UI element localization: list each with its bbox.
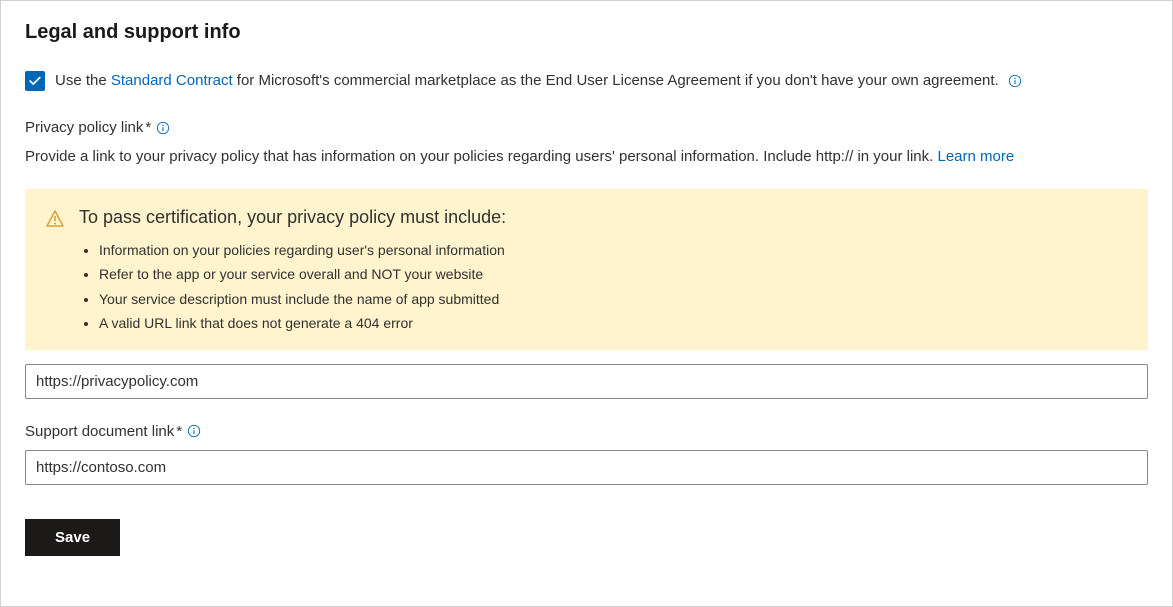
alert-item: Refer to the app or your service overall…	[99, 262, 1128, 287]
required-marker: *	[145, 119, 151, 136]
alert-item: A valid URL link that does not generate …	[99, 311, 1128, 336]
privacy-help-text: Provide a link to your privacy policy th…	[25, 146, 1148, 169]
required-marker: *	[176, 423, 182, 440]
alert-list: Information on your policies regarding u…	[79, 238, 1128, 336]
warning-icon	[45, 209, 65, 229]
legal-support-panel: Legal and support info Use the Standard …	[0, 0, 1173, 607]
privacy-policy-input[interactable]	[25, 364, 1148, 399]
privacy-help-prefix: Provide a link to your privacy policy th…	[25, 148, 938, 165]
learn-more-link[interactable]: Learn more	[938, 148, 1015, 165]
alert-item: Information on your policies regarding u…	[99, 238, 1128, 263]
alert-content: To pass certification, your privacy poli…	[79, 207, 1128, 336]
checkmark-icon	[28, 74, 42, 88]
standard-contract-checkbox[interactable]	[25, 71, 45, 91]
alert-title: To pass certification, your privacy poli…	[79, 207, 1128, 228]
page-title: Legal and support info	[25, 21, 1148, 44]
alert-item: Your service description must include th…	[99, 287, 1128, 312]
standard-contract-checkbox-row: Use the Standard Contract for Microsoft'…	[25, 70, 1148, 91]
standard-contract-link[interactable]: Standard Contract	[111, 72, 233, 89]
checkbox-label-prefix: Use the	[55, 72, 111, 89]
support-document-input[interactable]	[25, 450, 1148, 485]
save-button[interactable]: Save	[25, 519, 120, 556]
certification-alert: To pass certification, your privacy poli…	[25, 189, 1148, 350]
support-document-label: Support document link *	[25, 423, 1148, 440]
support-label-text: Support document link	[25, 423, 174, 440]
checkbox-label-suffix: for Microsoft's commercial marketplace a…	[233, 72, 999, 89]
standard-contract-label: Use the Standard Contract for Microsoft'…	[55, 70, 1023, 91]
privacy-policy-label: Privacy policy link *	[25, 119, 1148, 136]
info-icon[interactable]	[186, 423, 202, 439]
info-icon[interactable]	[155, 120, 171, 136]
privacy-label-text: Privacy policy link	[25, 119, 143, 136]
info-icon[interactable]	[1007, 73, 1023, 89]
